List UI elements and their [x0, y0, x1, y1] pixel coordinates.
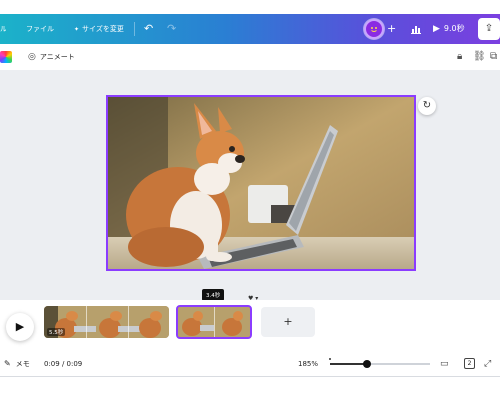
page-count-icon[interactable]: 2 — [464, 358, 475, 369]
sparkle-icon: ✦ — [74, 26, 80, 33]
lock-icon[interactable]: 🔒︎ — [457, 44, 462, 70]
avatar[interactable] — [364, 19, 384, 39]
zoom-slider-knob[interactable] — [363, 360, 371, 368]
fullscreen-icon[interactable]: ⤢ — [484, 352, 491, 376]
timeline-clip[interactable]: 5.5秒 — [44, 306, 169, 338]
avatar-face-icon — [371, 27, 377, 32]
zoom-slider[interactable] — [330, 360, 430, 368]
undo-icon[interactable]: ↶ — [144, 14, 153, 44]
redo-icon[interactable]: ↷ — [167, 14, 176, 44]
share-icon: ⇪ — [484, 23, 494, 34]
play-icon: ▶ — [433, 24, 440, 34]
file-menu-button[interactable]: ファイル — [26, 14, 54, 44]
color-picker-swatch[interactable] — [0, 51, 12, 63]
notes-button[interactable]: ✎ メモ — [4, 352, 30, 376]
zoom-slider-fill — [330, 363, 367, 365]
animate-icon: ◎ — [28, 52, 36, 62]
present-button[interactable]: ▶ 9.0秒 — [433, 14, 465, 44]
analytics-icon[interactable] — [408, 14, 424, 44]
canvas-area: ↻ ⌃ — [0, 70, 500, 303]
copy-icon[interactable]: ⧉ — [490, 44, 497, 70]
play-duration: 9.0秒 — [443, 24, 465, 33]
header-divider — [134, 22, 135, 36]
editor-toolbar: ◎ アニメート 🔒︎ ⛓ ⧉ — [0, 44, 500, 70]
animate-button[interactable]: ◎ アニメート — [28, 44, 75, 70]
dog-laptop-image — [108, 97, 414, 269]
bottom-divider — [0, 376, 500, 377]
top-header: ル ファイル ✦ サイズを変更 ↶ ↷ + ▶ 9.0秒 ⇪ — [0, 14, 500, 44]
clip-thumbnail — [178, 307, 250, 337]
menu-icon[interactable]: ル — [0, 14, 6, 44]
footer-bar: ✎ メモ 0:09 / 0:09 185% ▭ 2 ⤢ — [0, 352, 500, 376]
zoom-level[interactable]: 185% — [298, 352, 318, 376]
timeline: ▶ 5.5秒 + — [0, 300, 500, 352]
resize-button[interactable]: ✦ サイズを変更 — [74, 14, 124, 44]
timeline-clip-selected[interactable] — [176, 305, 252, 339]
zoom-min-marker — [329, 358, 331, 360]
refresh-icon[interactable]: ↻ — [418, 97, 436, 115]
animate-label: アニメート — [39, 53, 75, 61]
link-icon[interactable]: ⛓ — [473, 44, 486, 70]
add-page-button[interactable]: + — [261, 307, 315, 337]
add-collaborator-button[interactable]: + — [387, 14, 396, 44]
play-icon: ▶ — [15, 320, 25, 333]
timeline-play-button[interactable]: ▶ — [6, 313, 34, 341]
notes-icon: ✎ — [4, 359, 11, 368]
notes-label: メモ — [15, 360, 30, 368]
resize-label: サイズを変更 — [82, 25, 124, 33]
playback-time: 0:09 / 0:09 — [44, 360, 83, 368]
share-button[interactable]: ⇪ — [478, 18, 500, 40]
grid-view-icon[interactable]: ▭ — [440, 352, 449, 376]
video-frame[interactable] — [106, 95, 416, 271]
clip-duration: 5.5秒 — [47, 328, 66, 336]
